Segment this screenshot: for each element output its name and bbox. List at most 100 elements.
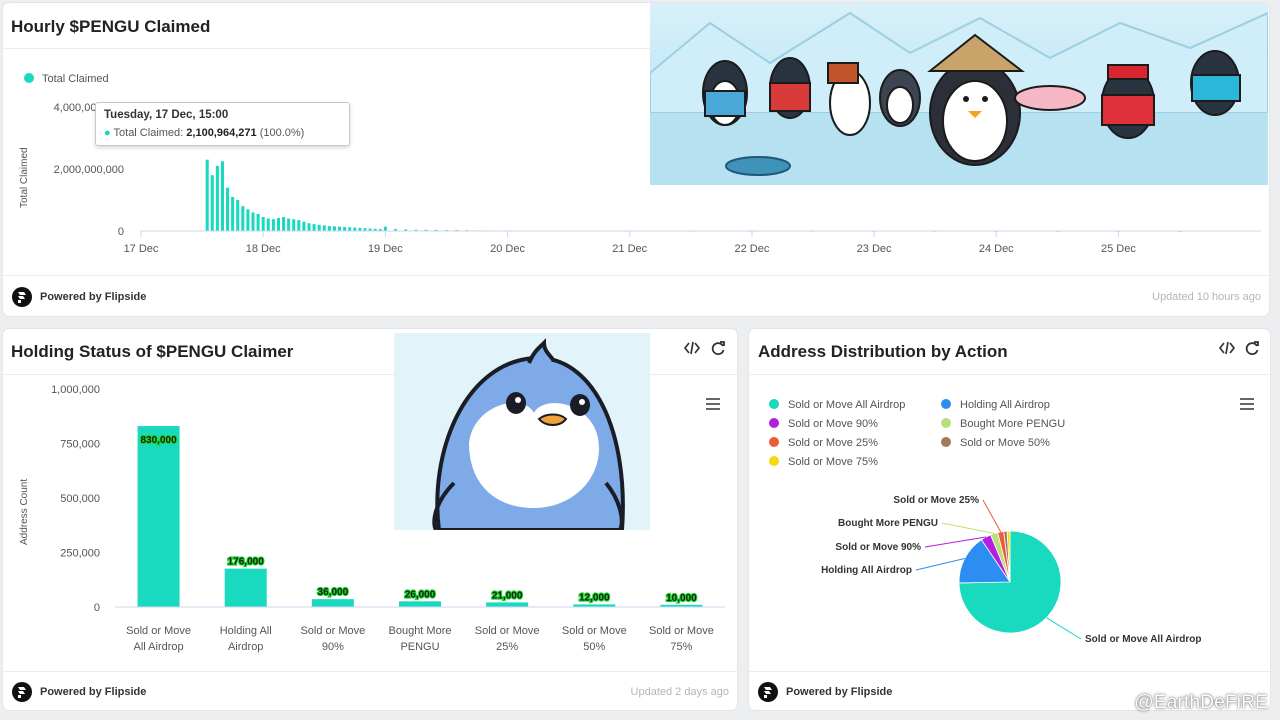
x-category-label: Airdrop [228,641,263,653]
y-tick-label: 0 [94,602,100,614]
legend-marker [769,437,779,447]
legend-item: Sold or Move 25% [788,437,878,449]
y-axis-title: Total Claimed [19,147,30,208]
code-icon[interactable] [1218,339,1236,357]
x-category-label: PENGU [400,641,439,653]
hourly-bar [215,165,219,231]
hourly-bar [383,226,387,231]
tooltip-value: 2,100,964,271 [186,127,257,139]
hourly-bar [287,218,291,231]
callout-line [982,499,1002,533]
flipside-logo-icon [12,682,32,702]
bar-data-label: 830,000 [140,435,177,446]
code-icon[interactable] [683,339,701,357]
hourly-bar [220,161,224,231]
y-tick-label: 250,000 [60,548,100,560]
hourly-bar [231,196,235,231]
powered-by-flipside[interactable]: Powered by Flipside [40,291,146,303]
card-title: Address Distribution by Action [758,342,1008,361]
menu-icon[interactable] [704,395,722,413]
powered-by-flipside[interactable]: Powered by Flipside [786,686,892,698]
hourly-bar [292,219,296,231]
holding-bar [224,568,267,607]
hourly-bar [302,221,306,231]
x-tick-label: 19 Dec [368,243,403,255]
pengu-portrait-illustration [394,333,650,530]
holding-bar [486,602,529,607]
updated-timestamp: Updated 10 hours ago [1152,291,1261,303]
x-category-label: Sold or Move [126,625,191,637]
holding-status-card: Holding Status of $PENGU Claimer Address… [3,329,737,710]
tooltip-series: Total Claimed: [113,127,184,139]
legend-marker[interactable] [24,73,34,83]
callout-line [1046,617,1082,640]
x-category-label: Sold or Move [649,625,714,637]
x-category-label: 75% [670,641,692,653]
hourly-bar [256,213,260,231]
chart-tooltip: Tuesday, 17 Dec, 15:00 ● Total Claimed: … [95,102,350,146]
footer-divider [3,671,737,672]
hourly-bar [236,200,240,231]
holding-bar [311,599,354,607]
pie-callout-label: Sold or Move 90% [835,542,921,553]
bar-data-label: 36,000 [318,587,349,598]
x-tick-label: 17 Dec [124,243,159,255]
x-category-label: Sold or Move [300,625,365,637]
hourly-bar [348,227,352,231]
tooltip-date: Tuesday, 17 Dec, 15:00 [104,109,229,121]
hourly-bar [210,175,214,231]
x-category-label: Holding All [220,625,272,637]
hourly-bar [307,223,311,231]
hourly-bar [338,226,342,231]
x-tick-label: 25 Dec [1101,243,1136,255]
legend-item: Holding All Airdrop [960,399,1050,411]
legend-item: Sold or Move 90% [788,418,878,430]
legend-marker [769,418,779,428]
legend-marker [941,418,951,428]
updated-timestamp: Updated 2 days ago [630,686,729,698]
hourly-bar [317,224,321,231]
hourly-bar [205,159,209,231]
tooltip-row: ● Total Claimed: 2,100,964,271 (100.0%) [104,127,341,139]
hourly-bar [271,219,275,231]
flipside-logo-icon [12,287,32,307]
pengu-group-illustration [650,3,1268,185]
bar-data-label: 10,000 [666,593,697,604]
hourly-bar [312,224,316,231]
y-axis-title: Address Count [19,479,30,545]
hourly-bar [251,212,255,231]
card-title: Hourly $PENGU Claimed [11,17,211,36]
legend-item: Sold or Move 75% [788,456,878,468]
legend-marker [941,437,951,447]
bar-data-label: 12,000 [579,592,610,603]
hourly-bar [327,226,331,231]
legend-item: Sold or Move All Airdrop [788,399,905,411]
x-category-label: Bought More [389,625,452,637]
x-category-label: 50% [583,641,605,653]
callout-line [941,522,995,535]
refresh-icon[interactable] [1243,339,1261,357]
refresh-icon[interactable] [709,339,727,357]
footer-divider [3,275,1269,276]
hourly-bar [266,218,270,231]
address-distribution-pie-chart: Sold or Move All Airdrop Holding All Aird… [769,399,1201,645]
card-title: Holding Status of $PENGU Claimer [11,342,294,361]
bar-data-label: 176,000 [228,557,265,568]
pie-callout-label: Sold or Move 25% [893,495,979,506]
hourly-bar [322,225,326,231]
flipside-logo-icon [758,682,778,702]
holding-bar [137,426,180,607]
powered-by-flipside[interactable]: Powered by Flipside [40,686,146,698]
hourly-bar [353,227,357,231]
x-tick-label: 20 Dec [490,243,525,255]
y-tick-label: 2,000,000,000 [54,164,124,176]
hourly-bar [276,217,280,231]
y-tick-label: 1,000,000 [51,384,100,396]
pie-callout-label: Sold or Move All Airdrop [1085,634,1201,645]
x-category-label: 25% [496,641,518,653]
tooltip-dot-icon: ● [104,127,111,139]
legend-total-claimed[interactable]: Total Claimed [42,73,109,85]
holding-bar [399,601,441,607]
legend-marker [769,399,779,409]
bar-data-label: 21,000 [492,590,523,601]
